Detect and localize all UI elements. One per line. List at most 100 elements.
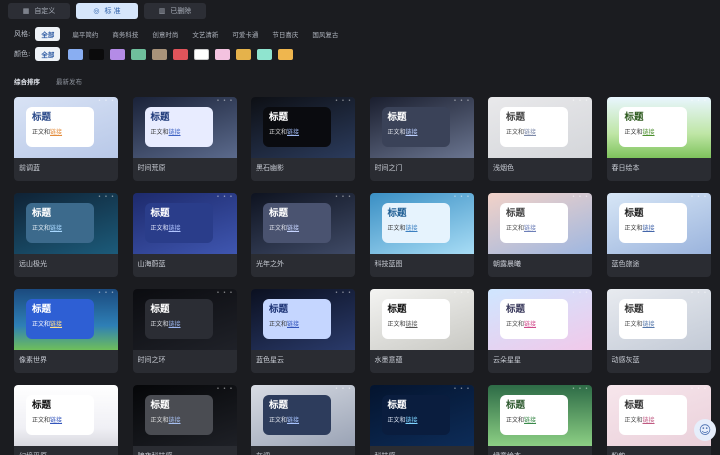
color-swatch[interactable] <box>89 48 105 60</box>
tab-deleted[interactable]: ▥ 已删除 <box>144 3 206 19</box>
template-card[interactable]: • • • 标题 正文和链接前调蓝 <box>14 97 118 181</box>
preview-body: 正文和链接 <box>269 223 325 232</box>
color-swatch[interactable] <box>194 48 210 60</box>
preview-body-text: 正文和 <box>32 417 51 424</box>
preview-body: 正文和链接 <box>32 223 88 232</box>
preview-title: 标题 <box>269 208 289 219</box>
template-card[interactable]: • • • 标题 正文和链接 远山极光 <box>14 193 118 277</box>
style-chip-flat[interactable]: 扁平简约 <box>72 29 98 39</box>
preview-box: 标题 正文和链接 <box>381 107 450 147</box>
preview-title: 标题 <box>387 304 407 315</box>
preview-body: 正文和链接 <box>625 319 681 328</box>
preview-link: 链接 <box>168 225 181 232</box>
color-swatch[interactable] <box>131 48 147 60</box>
sort-comprehensive[interactable]: 综合排序 <box>14 76 40 86</box>
sort-latest[interactable]: 最新发布 <box>56 76 82 86</box>
color-swatch[interactable] <box>278 48 294 60</box>
template-name: 科技蓝图 <box>374 260 403 268</box>
style-chip-cartoon[interactable]: 可爱卡通 <box>232 29 258 39</box>
template-card[interactable]: • • • 标题 正文和链接 动感灰蓝 <box>606 289 711 373</box>
template-name: 浅烟色 <box>493 164 514 172</box>
color-swatch[interactable] <box>257 48 273 60</box>
template-thumbnail: • • • 标题 正文和链接 <box>488 97 592 158</box>
template-card[interactable]: • • • 标题 正文和链接 时间之环 <box>132 289 237 373</box>
preview-box: 标题 正文和链接 <box>500 203 568 243</box>
template-card[interactable]: • • • 标题 正文和链接 春日绘本 <box>606 97 711 181</box>
style-chip-creative[interactable]: 创意时尚 <box>152 29 178 39</box>
color-chip-all[interactable]: 全部 <box>35 47 61 61</box>
preview-body: 正文和链接 <box>151 223 207 232</box>
template-card[interactable]: • • • 标题 正文和链接像素世界 <box>14 289 118 373</box>
preview-body-text: 正文和 <box>387 321 406 328</box>
color-swatch[interactable] <box>152 48 168 60</box>
template-card[interactable]: • • • 标题 正文和链接 时间荒原 <box>132 97 237 181</box>
color-swatch[interactable] <box>68 48 84 60</box>
preview-body-text: 正文和 <box>624 225 643 232</box>
window-dots-icon: • • • <box>453 290 471 296</box>
style-chip-fresh[interactable]: 文艺清新 <box>192 29 218 39</box>
preview-body: 正文和链接 <box>625 127 681 136</box>
preview-body-text: 正文和 <box>269 225 288 232</box>
style-chip-festival[interactable]: 节日喜庆 <box>272 29 298 39</box>
template-card[interactable]: • • • 标题 正文和链接 浅烟色 <box>488 97 592 181</box>
template-thumbnail: • • • 标题 正文和链接 <box>14 289 118 350</box>
preview-body-text: 正文和 <box>269 129 288 136</box>
template-card[interactable]: • • • 标题 正文和链接 时间之门 <box>369 97 474 181</box>
preview-body-text: 正文和 <box>624 129 643 136</box>
preview-link: 链接 <box>50 129 63 136</box>
preview-title: 标题 <box>506 112 526 123</box>
template-card[interactable]: • • • 标题 正文和链接 黑石幽影 <box>251 97 355 181</box>
template-card[interactable]: • • •标题正文和链接暗夜科技感 <box>132 385 237 455</box>
template-name: 幻境平原 <box>19 451 47 455</box>
template-card[interactable]: • • •标题正文和链接粉韵 <box>606 385 711 455</box>
color-swatches <box>68 48 299 60</box>
template-card[interactable]: • • •标题正文和链接科技感 <box>369 385 474 455</box>
template-card[interactable]: • • •标题正文和链接幻境平原 <box>14 385 118 455</box>
template-name: 像素世界 <box>19 356 47 364</box>
template-card[interactable]: • • • 标题 正文和链接 山海蔚蓝 <box>132 193 237 277</box>
template-card[interactable]: • • •标题正文和链接绿意绘本 <box>488 385 592 455</box>
template-card[interactable]: • • • 标题 正文和链接 光年之外 <box>251 193 355 277</box>
template-name: 前调蓝 <box>19 164 40 172</box>
preview-body-text: 正文和 <box>150 225 169 232</box>
assistant-button[interactable]: ☺ <box>694 419 716 441</box>
template-card[interactable]: • • •标题正文和链接灰调 <box>251 385 355 455</box>
template-name: 科技感 <box>375 451 396 455</box>
template-card[interactable]: • • • 标题 正文和链接 朝露晨曦 <box>488 193 592 277</box>
preview-title: 标题 <box>387 112 407 123</box>
template-card[interactable]: • • • 标题 正文和链接 云朵星星 <box>488 289 592 373</box>
template-card[interactable]: • • • 标题 正文和链接 蓝色星云 <box>251 289 355 373</box>
window-dots-icon: • • • <box>216 290 234 296</box>
style-chip-retro[interactable]: 国风复古 <box>312 29 338 39</box>
style-chip-all[interactable]: 全部 <box>35 27 61 41</box>
color-swatch[interactable] <box>173 48 189 60</box>
template-thumbnail: • • • 标题 正文和链接 <box>14 385 118 446</box>
style-filter-label: 风格: <box>14 30 31 38</box>
preview-body: 正文和链接 <box>388 319 444 328</box>
template-thumbnail: • • • 标题 正文和链接 <box>14 97 118 158</box>
preview-link: 链接 <box>287 225 300 232</box>
preview-link: 链接 <box>642 225 655 232</box>
window-dots-icon: • • • <box>334 386 352 392</box>
preview-title: 标题 <box>150 400 170 411</box>
window-dots-icon: • • • <box>571 386 589 392</box>
tab-custom[interactable]: ▦ 自定义 <box>8 3 70 19</box>
preview-link: 链接 <box>405 225 418 232</box>
template-grid: • • • 标题 正文和链接 前调蓝 • • • 标题 正文和链接 时间荒原 • • • 标题 正文… <box>14 97 711 455</box>
color-swatch[interactable] <box>110 48 126 60</box>
color-swatch[interactable] <box>215 48 231 60</box>
template-card[interactable]: • • • 标题 正文和链接 蓝色旅途 <box>606 193 711 277</box>
preview-body-text: 正文和 <box>269 321 288 328</box>
preview-link: 链接 <box>405 417 418 424</box>
template-card[interactable]: • • • 标题 正文和链接 水墨意蕴 <box>369 289 474 373</box>
preview-body-text: 正文和 <box>506 321 525 328</box>
template-card[interactable]: • • • 标题 正文和链接 科技蓝图 <box>369 193 474 277</box>
preview-box: 标题 正文和链接 <box>263 395 331 435</box>
window-dots-icon: • • • <box>690 386 708 392</box>
window-dots-icon: • • • <box>97 386 115 392</box>
preview-body-text: 正文和 <box>387 225 406 232</box>
color-swatch[interactable] <box>236 48 252 60</box>
window-dots-icon: • • • <box>571 98 589 104</box>
tab-standard[interactable]: ◎ 标 准 <box>76 3 138 19</box>
style-chip-business[interactable]: 商务科技 <box>112 29 138 39</box>
